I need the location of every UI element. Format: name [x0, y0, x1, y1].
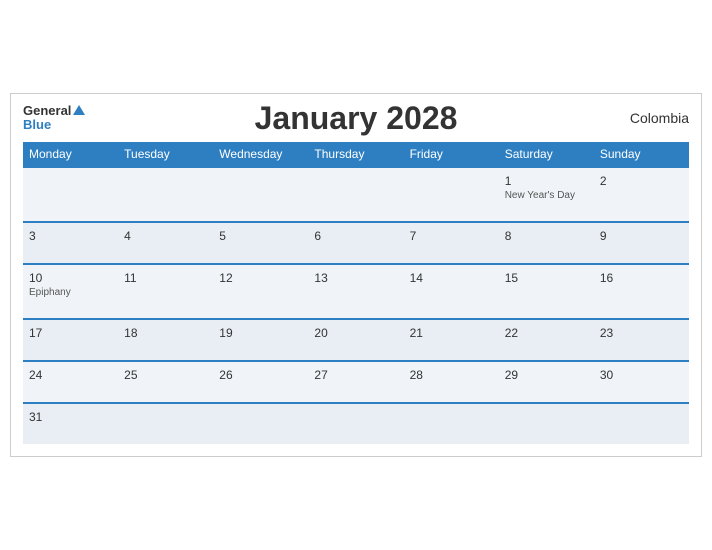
calendar-cell: 28: [404, 361, 499, 403]
calendar-cell: 7: [404, 222, 499, 264]
holiday-label: New Year's Day: [505, 190, 588, 201]
day-number: 26: [219, 368, 302, 382]
day-number: 7: [410, 229, 493, 243]
calendar-cell: [404, 167, 499, 222]
calendar-cell: 8: [499, 222, 594, 264]
calendar-table: MondayTuesdayWednesdayThursdayFridaySatu…: [23, 142, 689, 444]
day-number: 21: [410, 326, 493, 340]
holiday-label: Epiphany: [29, 287, 112, 298]
day-number: 28: [410, 368, 493, 382]
day-number: 12: [219, 271, 302, 285]
calendar-cell: 4: [118, 222, 213, 264]
calendar-cell: 3: [23, 222, 118, 264]
week-row-5: 24 25 26 27 28 29 30: [23, 361, 689, 403]
calendar-cell: 29: [499, 361, 594, 403]
calendar-cell: 12: [213, 264, 308, 319]
calendar-cell: 23: [594, 319, 689, 361]
calendar-cell: 6: [308, 222, 403, 264]
calendar-cell: 14: [404, 264, 499, 319]
day-number: 20: [314, 326, 397, 340]
day-number: 19: [219, 326, 302, 340]
country-label: Colombia: [630, 110, 689, 126]
logo-triangle-icon: [73, 105, 85, 115]
logo: General Blue: [23, 104, 85, 133]
calendar-cell: 2: [594, 167, 689, 222]
day-number: 29: [505, 368, 588, 382]
calendar-cell: [499, 403, 594, 444]
calendar-cell: 25: [118, 361, 213, 403]
day-number: 18: [124, 326, 207, 340]
calendar-title: January 2028: [255, 100, 458, 137]
calendar-cell: 26: [213, 361, 308, 403]
logo-blue-text: Blue: [23, 118, 85, 132]
calendar-cell: 21: [404, 319, 499, 361]
calendar-cell: 19: [213, 319, 308, 361]
calendar-cell: [308, 167, 403, 222]
day-number: 22: [505, 326, 588, 340]
day-number: 1: [505, 174, 588, 188]
weekday-sunday: Sunday: [594, 142, 689, 167]
calendar-cell: 24: [23, 361, 118, 403]
day-number: 14: [410, 271, 493, 285]
day-number: 9: [600, 229, 683, 243]
calendar-cell: [118, 167, 213, 222]
day-number: 5: [219, 229, 302, 243]
day-number: 3: [29, 229, 112, 243]
day-number: 10: [29, 271, 112, 285]
calendar-cell: 11: [118, 264, 213, 319]
day-number: 13: [314, 271, 397, 285]
calendar-cell: 30: [594, 361, 689, 403]
week-row-4: 17 18 19 20 21 22 23: [23, 319, 689, 361]
calendar-wrapper: General Blue January 2028 Colombia Monda…: [10, 93, 702, 458]
day-number: 11: [124, 271, 207, 285]
day-number: 25: [124, 368, 207, 382]
weekday-monday: Monday: [23, 142, 118, 167]
day-number: 15: [505, 271, 588, 285]
calendar-cell: [118, 403, 213, 444]
logo-general: General: [23, 104, 85, 118]
calendar-cell: [404, 403, 499, 444]
calendar-cell: [308, 403, 403, 444]
calendar-cell: 5: [213, 222, 308, 264]
day-number: 24: [29, 368, 112, 382]
day-number: 23: [600, 326, 683, 340]
calendar-cell: 22: [499, 319, 594, 361]
day-number: 4: [124, 229, 207, 243]
calendar-cell: 20: [308, 319, 403, 361]
logo-general-text: General: [23, 104, 71, 118]
calendar-cell: [23, 167, 118, 222]
week-row-3: 10 Epiphany 11 12 13 14 15 16: [23, 264, 689, 319]
day-number: 30: [600, 368, 683, 382]
weekday-friday: Friday: [404, 142, 499, 167]
calendar-cell: 10 Epiphany: [23, 264, 118, 319]
calendar-cell: 27: [308, 361, 403, 403]
calendar-cell: 17: [23, 319, 118, 361]
weekday-tuesday: Tuesday: [118, 142, 213, 167]
calendar-header: General Blue January 2028 Colombia: [23, 104, 689, 133]
calendar-cell: 15: [499, 264, 594, 319]
weekday-saturday: Saturday: [499, 142, 594, 167]
day-number: 6: [314, 229, 397, 243]
day-number: 8: [505, 229, 588, 243]
calendar-cell: [594, 403, 689, 444]
weekday-header-row: MondayTuesdayWednesdayThursdayFridaySatu…: [23, 142, 689, 167]
calendar-cell: 31: [23, 403, 118, 444]
week-row-1: 1 New Year's Day 2: [23, 167, 689, 222]
calendar-cell: 1 New Year's Day: [499, 167, 594, 222]
weekday-wednesday: Wednesday: [213, 142, 308, 167]
day-number: 31: [29, 410, 112, 424]
calendar-cell: [213, 167, 308, 222]
calendar-cell: 18: [118, 319, 213, 361]
day-number: 27: [314, 368, 397, 382]
calendar-cell: [213, 403, 308, 444]
day-number: 2: [600, 174, 683, 188]
weekday-thursday: Thursday: [308, 142, 403, 167]
week-row-6: 31: [23, 403, 689, 444]
calendar-cell: 13: [308, 264, 403, 319]
day-number: 16: [600, 271, 683, 285]
calendar-cell: 9: [594, 222, 689, 264]
week-row-2: 3456789: [23, 222, 689, 264]
calendar-cell: 16: [594, 264, 689, 319]
day-number: 17: [29, 326, 112, 340]
